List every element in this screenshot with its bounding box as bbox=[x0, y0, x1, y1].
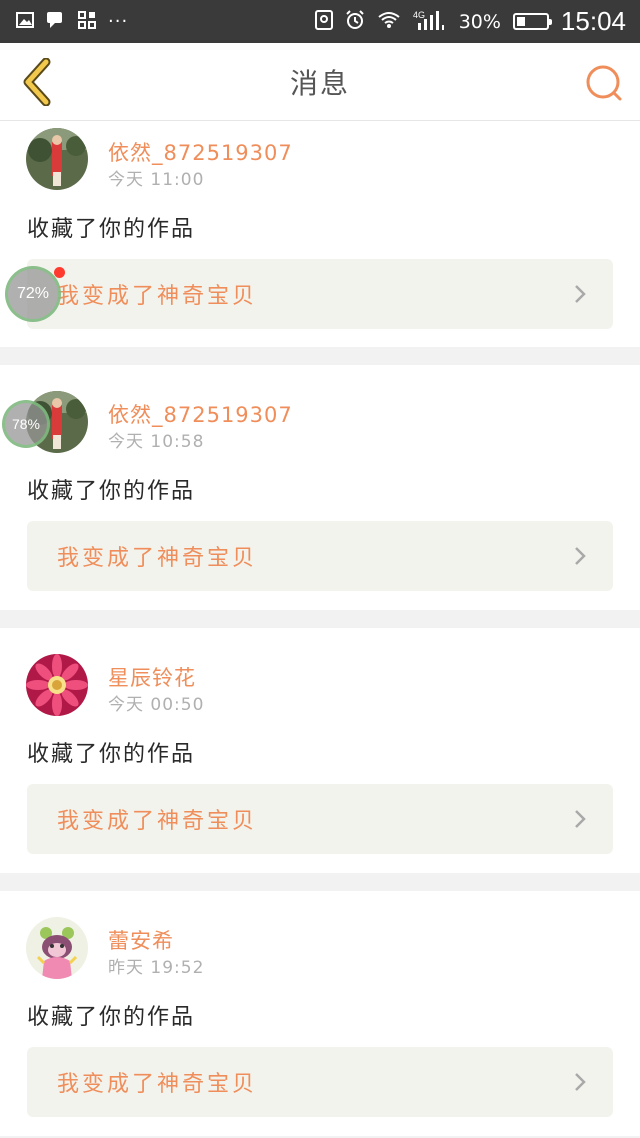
username[interactable]: 星辰铃花 bbox=[108, 662, 196, 692]
avatar[interactable] bbox=[26, 917, 88, 979]
status-left: ··· bbox=[16, 10, 129, 33]
work-link[interactable]: 我变成了神奇宝贝 bbox=[27, 784, 613, 854]
message-card[interactable]: 依然_872519307 今天 11:00 收藏了你的作品 我变成了神奇宝贝 7… bbox=[0, 121, 640, 347]
more-notifications: ··· bbox=[108, 11, 129, 32]
action-text: 收藏了你的作品 bbox=[27, 742, 196, 767]
battery-percent: 30% bbox=[458, 10, 501, 33]
avatar[interactable] bbox=[26, 128, 88, 190]
message-time: 今天 10:58 bbox=[108, 432, 205, 452]
svg-text:4G: 4G bbox=[413, 10, 425, 20]
message-card[interactable]: 78% 依然_872519307 今天 10:58 收藏了你的作品 我变成了神奇… bbox=[0, 365, 640, 610]
action-text: 收藏了你的作品 bbox=[27, 1005, 196, 1030]
progress-badge[interactable]: 72% bbox=[5, 266, 61, 322]
notification-dot bbox=[54, 267, 65, 278]
action-text: 收藏了你的作品 bbox=[27, 217, 196, 242]
work-title: 我变成了神奇宝贝 bbox=[57, 809, 258, 834]
nav-header: 消息 bbox=[0, 43, 640, 121]
avatar[interactable] bbox=[26, 654, 88, 716]
message-card[interactable]: 蕾安希 昨天 19:52 收藏了你的作品 我变成了神奇宝贝 bbox=[0, 891, 640, 1136]
chevron-left-icon bbox=[23, 58, 51, 106]
work-link[interactable]: 我变成了神奇宝贝 bbox=[27, 521, 613, 591]
chevron-right-icon bbox=[575, 810, 586, 828]
page-title: 消息 bbox=[289, 66, 350, 100]
chevron-right-icon bbox=[575, 285, 586, 303]
work-link[interactable]: 我变成了神奇宝贝 bbox=[27, 1047, 613, 1117]
chat-notification-icon bbox=[46, 11, 66, 33]
message-time: 今天 00:50 bbox=[108, 695, 205, 715]
status-bar: ··· 4G 30% 15:04 bbox=[0, 0, 640, 43]
work-title: 我变成了神奇宝贝 bbox=[57, 284, 258, 309]
chevron-right-icon bbox=[575, 547, 586, 565]
action-text: 收藏了你的作品 bbox=[27, 479, 196, 504]
chevron-right-icon bbox=[575, 1073, 586, 1091]
username[interactable]: 蕾安希 bbox=[108, 925, 174, 955]
back-button[interactable] bbox=[14, 57, 60, 107]
alarm-icon bbox=[345, 9, 365, 34]
search-icon bbox=[586, 65, 622, 101]
work-link[interactable]: 我变成了神奇宝贝 bbox=[27, 259, 613, 329]
work-title: 我变成了神奇宝贝 bbox=[57, 546, 258, 571]
location-icon bbox=[314, 9, 333, 34]
battery-level bbox=[516, 17, 525, 26]
message-card[interactable]: 星辰铃花 今天 00:50 收藏了你的作品 我变成了神奇宝贝 bbox=[0, 628, 640, 873]
username[interactable]: 依然_872519307 bbox=[108, 137, 293, 167]
apps-notification-icon bbox=[78, 10, 96, 33]
status-time: 15:04 bbox=[560, 6, 626, 36]
signal-icon: 4G bbox=[413, 9, 447, 35]
search-button[interactable] bbox=[582, 61, 626, 105]
message-list: 依然_872519307 今天 11:00 收藏了你的作品 我变成了神奇宝贝 7… bbox=[0, 121, 640, 1136]
gallery-notification-icon bbox=[16, 11, 34, 32]
username[interactable]: 依然_872519307 bbox=[108, 399, 293, 429]
work-title: 我变成了神奇宝贝 bbox=[57, 1072, 258, 1097]
wifi-icon bbox=[377, 11, 401, 33]
message-time: 今天 11:00 bbox=[108, 170, 205, 190]
progress-badge[interactable]: 78% bbox=[2, 400, 50, 448]
status-right: 4G 30% 15:04 bbox=[314, 6, 626, 37]
message-time: 昨天 19:52 bbox=[108, 958, 205, 978]
battery-icon bbox=[512, 13, 552, 30]
